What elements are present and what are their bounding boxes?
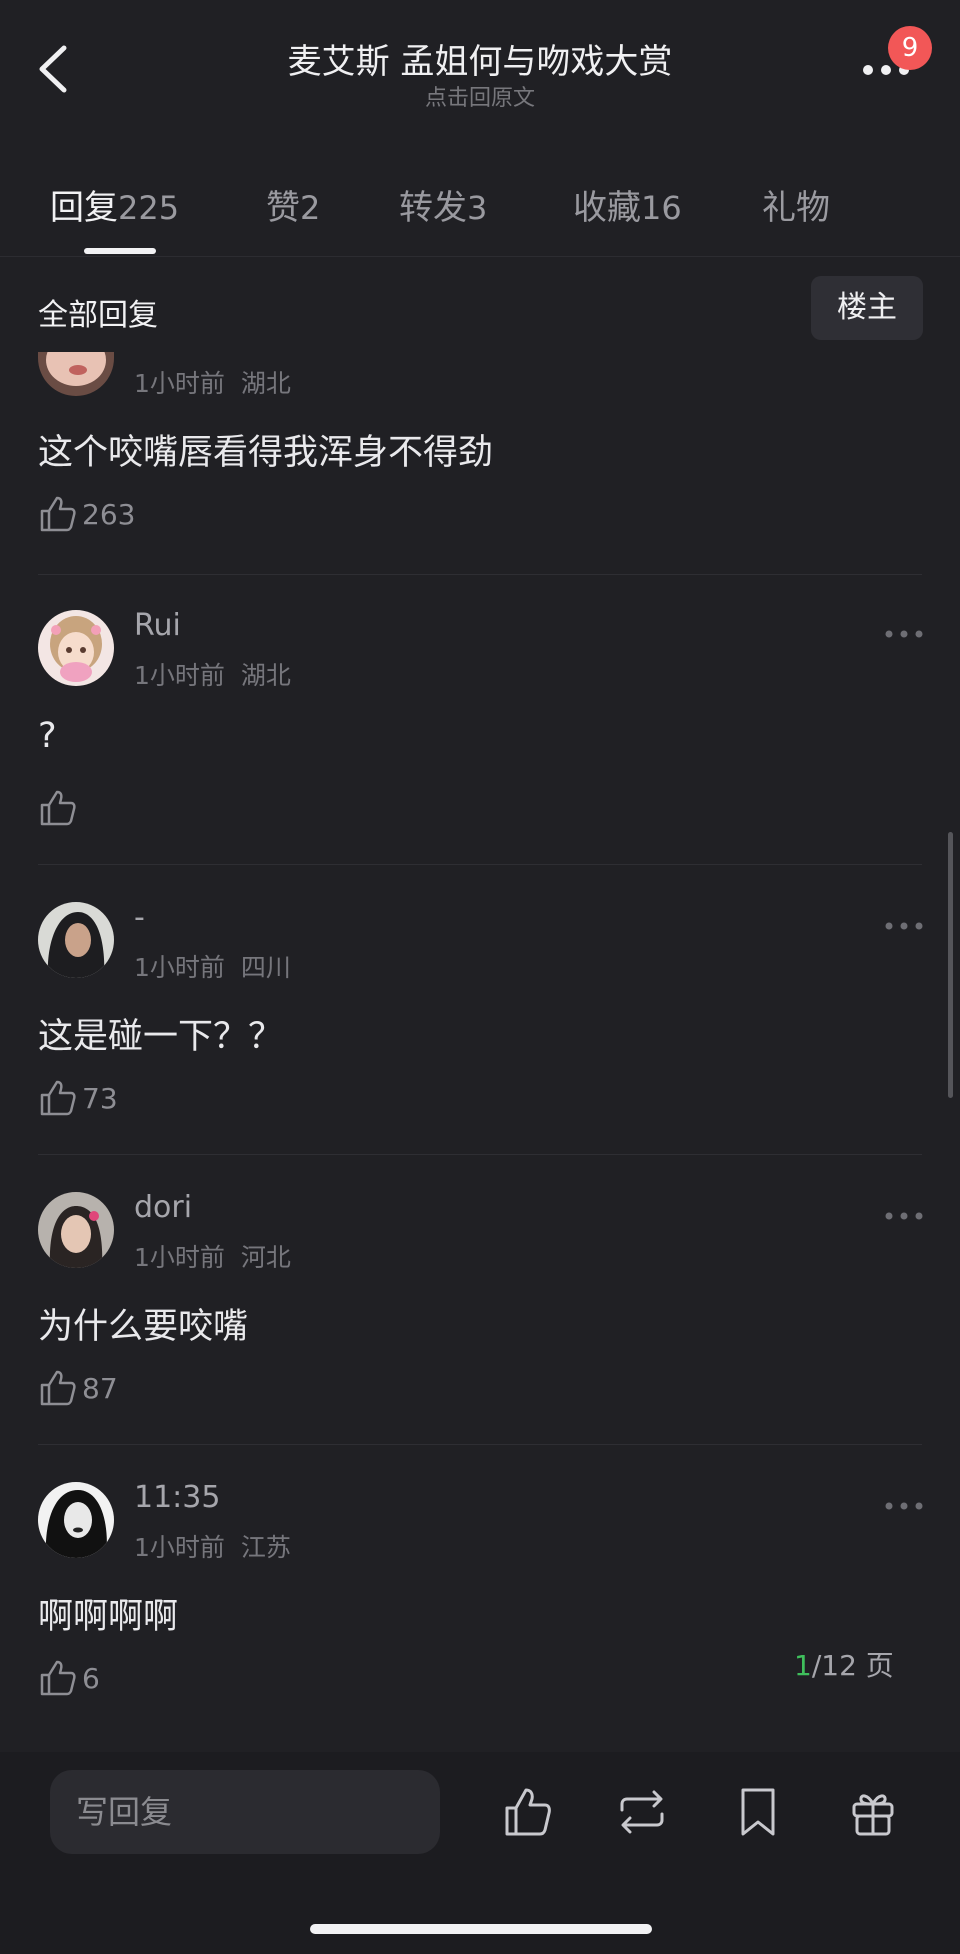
gift-button[interactable] [848, 1784, 898, 1840]
scrollbar[interactable] [948, 832, 953, 1098]
like-button[interactable]: 263 [38, 494, 135, 534]
tab-count: 3 [467, 189, 488, 227]
thumbs-up-icon [40, 496, 76, 532]
reply-input[interactable]: 写回复 [50, 1770, 440, 1854]
bookmark-icon [741, 1788, 775, 1836]
tab-count: 16 [641, 189, 682, 227]
more-dots-icon [885, 1212, 923, 1220]
username[interactable]: Rui [134, 608, 181, 643]
comment-more-button[interactable] [884, 916, 924, 930]
comment-divider [38, 1154, 922, 1155]
view-original-link[interactable]: 点击回原文 [0, 80, 960, 112]
comment-divider [38, 1444, 922, 1445]
thumbs-up-icon [505, 1788, 551, 1836]
like-button[interactable]: 6 [38, 1658, 100, 1698]
tab-likes[interactable]: 赞2 [266, 180, 320, 229]
comment-divider [38, 574, 922, 575]
like-button[interactable] [38, 788, 82, 828]
tab-gifts[interactable]: 礼物 [762, 180, 830, 229]
username[interactable]: dori [134, 1190, 192, 1225]
tab-label: 转发 [399, 188, 467, 228]
username[interactable]: 11:35 [134, 1480, 220, 1515]
more-dots-icon [885, 1502, 923, 1510]
tab-reposts[interactable]: 转发3 [399, 180, 487, 229]
active-tab-indicator [84, 248, 156, 254]
comment-meta: 1小时前 四川 [134, 953, 291, 982]
owner-only-button[interactable]: 楼主 [811, 276, 923, 340]
comment-text: 啊啊啊啊 [38, 1597, 179, 1637]
gift-icon [852, 1794, 894, 1836]
repost-button[interactable] [614, 1784, 664, 1840]
bookmark-button[interactable] [733, 1784, 783, 1840]
comment-meta: 1小时前 河北 [134, 1243, 291, 1272]
thumbs-up-icon [40, 1080, 76, 1116]
comment-text: 为什么要咬嘴 [38, 1307, 249, 1347]
comment-meta: 1小时前 江苏 [134, 1533, 291, 1562]
avatar[interactable] [38, 1482, 114, 1558]
comment-text: 这个咬嘴唇看得我浑身不得劲 [38, 433, 494, 473]
section-title: 全部回复 [38, 298, 158, 333]
tab-replies[interactable]: 回复225 [50, 180, 179, 229]
comment-text: 这是碰一下？？ [38, 1017, 284, 1057]
username[interactable]: - [134, 900, 145, 935]
avatar[interactable] [38, 352, 114, 396]
avatar[interactable] [38, 902, 114, 978]
avatar[interactable] [38, 610, 114, 686]
page-title: 麦艾斯 孟姐何与吻戏大赏 [287, 42, 673, 82]
more-dots-icon [885, 922, 923, 930]
tab-favorites[interactable]: 收藏16 [573, 180, 682, 229]
like-button[interactable]: 73 [38, 1078, 118, 1118]
comment-text: ? [38, 716, 57, 756]
comment-more-button[interactable] [884, 1206, 924, 1220]
like-post-button[interactable] [503, 1784, 553, 1840]
tabs-divider [0, 256, 960, 257]
tab-label: 收藏 [573, 188, 641, 228]
home-indicator[interactable] [310, 1924, 652, 1934]
thumbs-up-icon [40, 1660, 76, 1696]
page-indicator[interactable]: 1/12 页 [794, 1644, 894, 1684]
notification-badge: 9 [888, 26, 932, 70]
comment-more-button[interactable] [884, 624, 924, 638]
comment-more-button[interactable] [884, 1496, 924, 1510]
more-dots-icon [885, 630, 923, 638]
thumbs-up-icon [40, 790, 76, 826]
avatar[interactable] [38, 1192, 114, 1268]
comment-meta: 1小时前 湖北 [134, 661, 291, 690]
like-button[interactable]: 87 [38, 1368, 118, 1408]
tab-label: 赞 [266, 188, 300, 228]
comment-divider [38, 864, 922, 865]
thumbs-up-icon [40, 1370, 76, 1406]
repost-icon [620, 1790, 664, 1834]
comment-meta: 1小时前 湖北 [134, 369, 291, 398]
tab-count: 2 [300, 189, 321, 227]
tab-label: 回复 [50, 188, 118, 228]
tab-count: 225 [118, 189, 180, 227]
tab-label: 礼物 [762, 188, 830, 228]
